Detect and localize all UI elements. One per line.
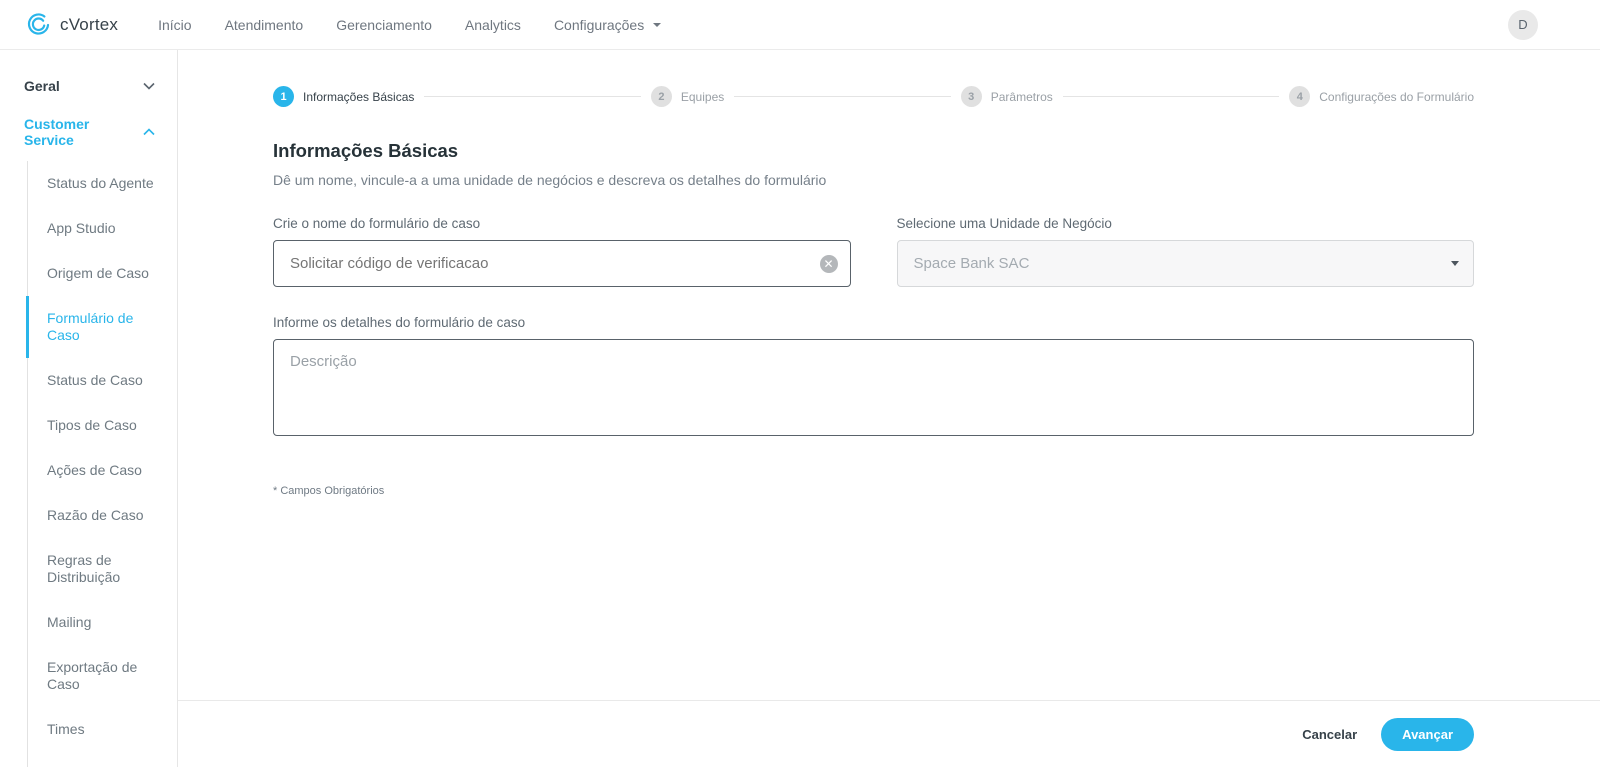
sidebar-item-razao-de-caso[interactable]: Razão de Caso xyxy=(28,493,177,538)
brand[interactable]: cVortex xyxy=(25,11,118,38)
step-connector xyxy=(424,96,640,97)
step-number: 1 xyxy=(273,86,294,107)
required-fields-note: * Campos Obrigatórios xyxy=(273,485,1474,497)
brand-name: cVortex xyxy=(60,15,118,35)
case-form-name-label: Crie o nome do formulário de caso xyxy=(273,216,851,231)
step-number: 4 xyxy=(1289,86,1310,107)
nav-item-gerenciamento[interactable]: Gerenciamento xyxy=(336,17,432,33)
business-unit-select[interactable]: Space Bank SAC xyxy=(897,240,1475,287)
sidebar-item-tipos-de-caso[interactable]: Tipos de Caso xyxy=(28,403,177,448)
case-form-name-input[interactable] xyxy=(273,240,851,287)
sidebar-item-regras-de-distribuicao[interactable]: Regras de Distribuição xyxy=(28,538,177,600)
chevron-down-icon xyxy=(143,82,155,90)
step-connector xyxy=(1063,96,1279,97)
sidebar-item-mailing[interactable]: Mailing xyxy=(28,600,177,645)
stepper-step-configuracoes-do-formulario[interactable]: 4 Configurações do Formulário xyxy=(1289,86,1474,107)
stepper-step-equipes[interactable]: 2 Equipes xyxy=(651,86,724,107)
sidebar-item-status-de-caso[interactable]: Status de Caso xyxy=(28,358,177,403)
stepper-step-informacoes-basicas[interactable]: 1 Informações Básicas xyxy=(273,86,414,107)
sidebar-item-formulario-de-caso[interactable]: Formulário de Caso xyxy=(28,296,177,358)
nav-item-configuracoes-label: Configurações xyxy=(554,17,644,33)
sidebar-section-geral[interactable]: Geral xyxy=(0,63,177,109)
stepper-step-parametros[interactable]: 3 Parâmetros xyxy=(961,86,1053,107)
step-label: Equipes xyxy=(681,90,724,104)
step-connector xyxy=(734,96,950,97)
business-unit-label: Selecione uma Unidade de Negócio xyxy=(897,216,1475,231)
wizard-footer: Cancelar Avançar xyxy=(178,700,1600,767)
step-number: 3 xyxy=(961,86,982,107)
sidebar-item-origem-de-caso[interactable]: Origem de Caso xyxy=(28,251,177,296)
sidebar-section-geral-label: Geral xyxy=(24,78,60,94)
cancel-button[interactable]: Cancelar xyxy=(1302,727,1357,742)
nav-links: Início Atendimento Gerenciamento Analyti… xyxy=(158,17,694,33)
step-label: Configurações do Formulário xyxy=(1319,90,1474,104)
nav-item-analytics[interactable]: Analytics xyxy=(465,17,521,33)
nav-item-configuracoes[interactable]: Configurações xyxy=(554,17,661,33)
details-label: Informe os detalhes do formulário de cas… xyxy=(273,315,1474,330)
nav-item-atendimento[interactable]: Atendimento xyxy=(225,17,304,33)
page-title: Informações Básicas xyxy=(273,140,1474,162)
step-label: Parâmetros xyxy=(991,90,1053,104)
caret-down-icon xyxy=(653,23,661,27)
sidebar-section-customer-service[interactable]: Customer Service xyxy=(0,109,177,155)
select-caret-icon xyxy=(1451,261,1459,266)
page-subtitle: Dê um nome, vincule-a a uma unidade de n… xyxy=(273,172,1474,188)
nav-item-inicio[interactable]: Início xyxy=(158,17,191,33)
sidebar: Geral Customer Service Status do Agente … xyxy=(0,50,178,767)
chevron-up-icon xyxy=(143,128,155,136)
main-content: 1 Informações Básicas 2 Equipes 3 Parâme… xyxy=(178,50,1600,767)
sidebar-item-times[interactable]: Times xyxy=(28,707,177,752)
top-navbar: cVortex Início Atendimento Gerenciamento… xyxy=(0,0,1600,50)
sidebar-item-filas[interactable]: Filas xyxy=(28,752,177,767)
step-number: 2 xyxy=(651,86,672,107)
clear-input-icon[interactable]: ✕ xyxy=(820,255,838,273)
step-label: Informações Básicas xyxy=(303,90,414,104)
user-avatar[interactable]: D xyxy=(1508,10,1538,40)
cvortex-logo-icon xyxy=(25,11,52,38)
description-textarea[interactable] xyxy=(273,339,1474,436)
sidebar-section-customer-service-label: Customer Service xyxy=(24,116,143,148)
sidebar-item-exportacao-de-caso[interactable]: Exportação de Caso xyxy=(28,645,177,707)
sidebar-item-status-do-agente[interactable]: Status do Agente xyxy=(28,161,177,206)
sidebar-submenu: Status do Agente App Studio Origem de Ca… xyxy=(27,161,177,767)
sidebar-item-acoes-de-caso[interactable]: Ações de Caso xyxy=(28,448,177,493)
sidebar-item-app-studio[interactable]: App Studio xyxy=(28,206,177,251)
next-button[interactable]: Avançar xyxy=(1381,718,1474,751)
business-unit-selected-value: Space Bank SAC xyxy=(914,255,1030,272)
wizard-stepper: 1 Informações Básicas 2 Equipes 3 Parâme… xyxy=(273,86,1474,107)
